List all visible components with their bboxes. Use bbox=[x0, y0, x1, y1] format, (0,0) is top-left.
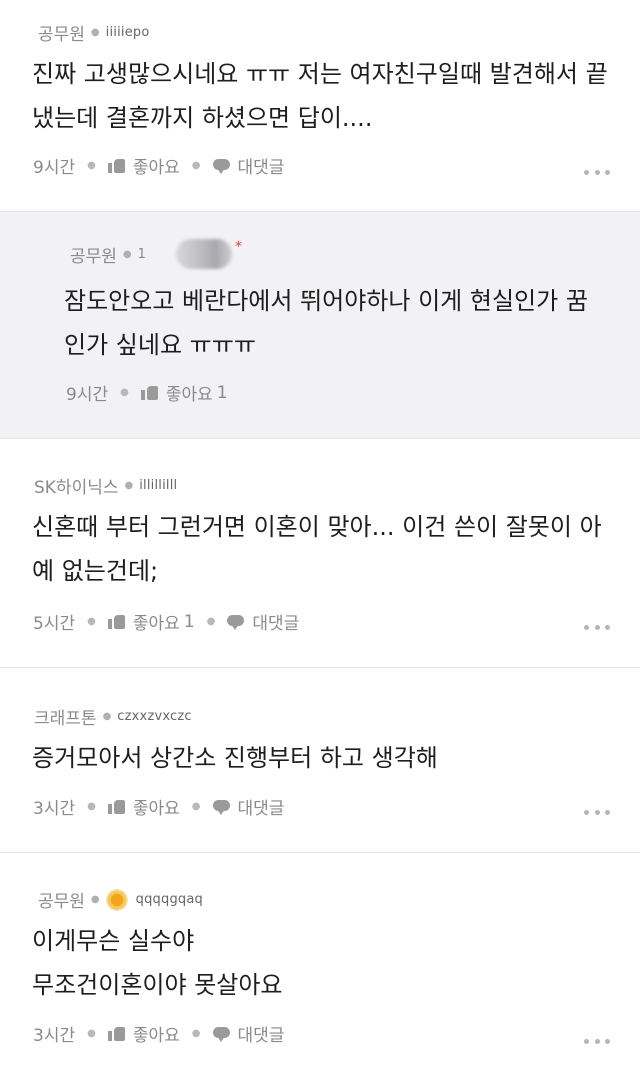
separator-dot: ● bbox=[87, 616, 96, 627]
company-label[interactable]: 공무원 bbox=[38, 887, 85, 912]
more-dots-icon[interactable] bbox=[584, 625, 610, 631]
comment-item: 공무원 ● qqqqgqaq 이게무슨 실수야 무조건이혼이야 못살아요 3시간… bbox=[0, 853, 640, 1071]
nickname[interactable]: qqqqgqaq bbox=[136, 892, 203, 907]
comment-item: 공무원 ● iiiiiepo 진짜 고생많으시네요 ㅠㅠ 저는 여자친구일때 발… bbox=[0, 0, 640, 212]
comment-author: 크래프톤 ● czxxzvxczc bbox=[34, 704, 192, 729]
thumbs-up-icon[interactable] bbox=[107, 158, 125, 173]
separator-dot: ● bbox=[206, 616, 216, 627]
comment-time: 9시간 bbox=[66, 385, 109, 405]
nickname[interactable]: czxxzvxczc bbox=[117, 709, 191, 724]
comment-author: 공무원 ● 1 * bbox=[70, 239, 242, 269]
company-label[interactable]: 공무원 bbox=[38, 20, 85, 45]
thumbs-up-icon[interactable] bbox=[107, 614, 125, 629]
comment-item: 크래프톤 ● czxxzvxczc 증거모아서 상간소 진행부터 하고 생각해 … bbox=[0, 668, 640, 853]
reply-button[interactable]: 대댓글 bbox=[238, 794, 285, 819]
comment-time: 5시간 bbox=[33, 614, 76, 634]
reply-button[interactable]: 대댓글 bbox=[238, 1021, 285, 1046]
badge-icon bbox=[105, 888, 128, 911]
chat-bubble-icon[interactable] bbox=[227, 614, 245, 630]
reply-count: 1 bbox=[137, 246, 146, 262]
comment-time: 3시간 bbox=[33, 799, 76, 819]
like-button[interactable]: 좋아요 bbox=[133, 794, 180, 819]
separator-dot: ● bbox=[191, 801, 201, 812]
comment-time: 3시간 bbox=[33, 1026, 76, 1046]
like-button[interactable]: 좋아요 bbox=[133, 153, 180, 178]
separator-dot: ● bbox=[191, 160, 201, 171]
like-button[interactable]: 좋아요 bbox=[166, 380, 213, 405]
more-dots-icon[interactable] bbox=[584, 810, 610, 816]
comment-body: 잠도안오고 베란다에서 뛰어야하나 이게 현실인가 꿈 인가 싶네요 ㅠㅠㅠ bbox=[64, 287, 588, 359]
separator-dot: ● bbox=[120, 387, 129, 398]
reply-button[interactable]: 대댓글 bbox=[252, 609, 299, 634]
comment-body: 신혼때 부터 그런거면 이혼이 맞아... 이건 쓴이 잘못이 아 예 없는건데… bbox=[32, 513, 602, 585]
separator-dot: ● bbox=[90, 27, 100, 38]
comment-actions: 9시간 ● 좋아요 ● 대댓글 bbox=[33, 153, 284, 178]
comment-author: 공무원 ● iiiiiepo bbox=[38, 20, 150, 45]
chat-bubble-icon[interactable] bbox=[212, 799, 230, 815]
comment-actions: 9시간 ● 좋아요 1 bbox=[66, 380, 228, 406]
thumbs-up-icon[interactable] bbox=[140, 385, 158, 400]
comment-author: SK하이닉스 ● illillilll bbox=[34, 473, 177, 498]
separator-dot: ● bbox=[191, 1028, 201, 1039]
separator-dot: ● bbox=[102, 711, 112, 722]
comment-author: 공무원 ● qqqqgqaq bbox=[38, 887, 203, 912]
separator-dot: ● bbox=[87, 1028, 96, 1039]
separator-dot: ● bbox=[90, 894, 100, 905]
comment-item: SK하이닉스 ● illillilll 신혼때 부터 그런거면 이혼이 맞아..… bbox=[0, 439, 640, 668]
like-count: 1 bbox=[216, 382, 228, 403]
thumbs-up-icon[interactable] bbox=[107, 799, 125, 814]
separator-dot: ● bbox=[124, 480, 134, 491]
like-button[interactable]: 좋아요 bbox=[133, 1021, 180, 1046]
comment-actions: 3시간 ● 좋아요 ● 대댓글 bbox=[33, 1021, 284, 1046]
comment-time: 9시간 bbox=[33, 158, 76, 178]
comment-body: 진짜 고생많으시네요 ㅠㅠ 저는 여자친구일때 발견해서 끝 냈는데 결혼까지 … bbox=[32, 60, 608, 132]
blurred-nickname bbox=[175, 239, 232, 269]
nickname[interactable]: iiiiiepo bbox=[106, 25, 150, 40]
comment-actions: 5시간 ● 좋아요 1 ● 대댓글 bbox=[33, 609, 299, 635]
comment-body: 이게무슨 실수야 무조건이혼이야 못살아요 bbox=[32, 927, 283, 999]
more-dots-icon[interactable] bbox=[584, 170, 610, 176]
like-count: 1 bbox=[183, 611, 195, 632]
reply-comment-item: 공무원 ● 1 * 잠도안오고 베란다에서 뛰어야하나 이게 현실인가 꿈 인가… bbox=[0, 212, 640, 439]
comment-actions: 3시간 ● 좋아요 ● 대댓글 bbox=[33, 794, 284, 819]
nickname[interactable]: illillilll bbox=[139, 478, 177, 493]
company-label[interactable]: SK하이닉스 bbox=[34, 473, 119, 498]
reply-button[interactable]: 대댓글 bbox=[238, 153, 285, 178]
like-button[interactable]: 좋아요 bbox=[133, 609, 180, 634]
more-dots-icon[interactable] bbox=[584, 1039, 610, 1045]
chat-bubble-icon[interactable] bbox=[212, 1026, 230, 1042]
company-label[interactable]: 공무원 bbox=[70, 242, 117, 267]
comment-body: 증거모아서 상간소 진행부터 하고 생각해 bbox=[32, 744, 438, 772]
separator-dot: ● bbox=[122, 248, 132, 260]
chat-bubble-icon[interactable] bbox=[212, 158, 230, 174]
separator-dot: ● bbox=[87, 801, 96, 812]
separator-dot: ● bbox=[87, 160, 96, 171]
company-label[interactable]: 크래프톤 bbox=[34, 704, 97, 729]
red-mark: * bbox=[234, 239, 242, 255]
thumbs-up-icon[interactable] bbox=[107, 1026, 125, 1041]
